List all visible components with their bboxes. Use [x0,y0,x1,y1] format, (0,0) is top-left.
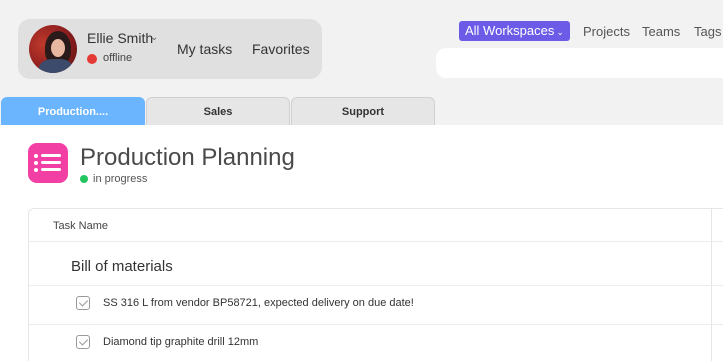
column-header-task-name[interactable]: Task Name [53,220,108,232]
row-divider [29,241,723,242]
task-table: Task Name Bill of materials SS 316 L fro… [28,208,723,361]
task-name[interactable]: Diamond tip graphite drill 12mm [103,336,258,348]
list-line [41,161,61,164]
tab-bar: Production.... Sales Support [0,97,723,125]
nav-teams[interactable]: Teams [642,24,680,39]
search-input[interactable] [436,48,723,78]
user-status: offline [103,52,133,64]
chevron-down-icon[interactable]: ⌄ [150,32,158,43]
nav-my-tasks[interactable]: My tasks [177,41,232,57]
list-bullet [34,161,38,165]
list-bullet [34,168,38,172]
tab-production[interactable]: Production.... [1,97,145,125]
page-title: Production Planning [80,144,295,171]
task-name[interactable]: SS 316 L from vendor BP58721, expected d… [103,297,414,309]
nav-favorites[interactable]: Favorites [252,41,310,57]
avatar[interactable] [29,25,77,73]
task-checkbox[interactable] [76,296,90,310]
avatar-face [51,39,65,57]
tab-support[interactable]: Support [291,97,435,125]
row-divider [29,324,723,325]
list-line [41,154,61,157]
chevron-down-icon: ⌄ [556,27,564,37]
task-checkbox[interactable] [76,335,90,349]
user-card[interactable]: Ellie Smith ⌄ offline My tasks Favorites [18,19,322,79]
section-title[interactable]: Bill of materials [71,258,173,275]
list-line [41,168,61,171]
user-name[interactable]: Ellie Smith [87,30,153,46]
status-indicator-icon [87,54,97,64]
main-content: Production Planning in progress Task Nam… [0,125,723,361]
tab-sales[interactable]: Sales [146,97,290,125]
workspace-label: All Workspaces [465,23,555,38]
list-bullet [34,154,38,158]
list-icon [28,143,68,183]
nav-projects[interactable]: Projects [583,24,630,39]
top-bar: Ellie Smith ⌄ offline My tasks Favorites… [0,0,723,98]
avatar-body [39,59,73,73]
row-divider [29,285,723,286]
status-indicator-icon [80,175,88,183]
nav-tags[interactable]: Tags [694,24,721,39]
project-status: in progress [93,173,148,185]
workspace-dropdown[interactable]: All Workspaces ⌄ [459,21,570,41]
